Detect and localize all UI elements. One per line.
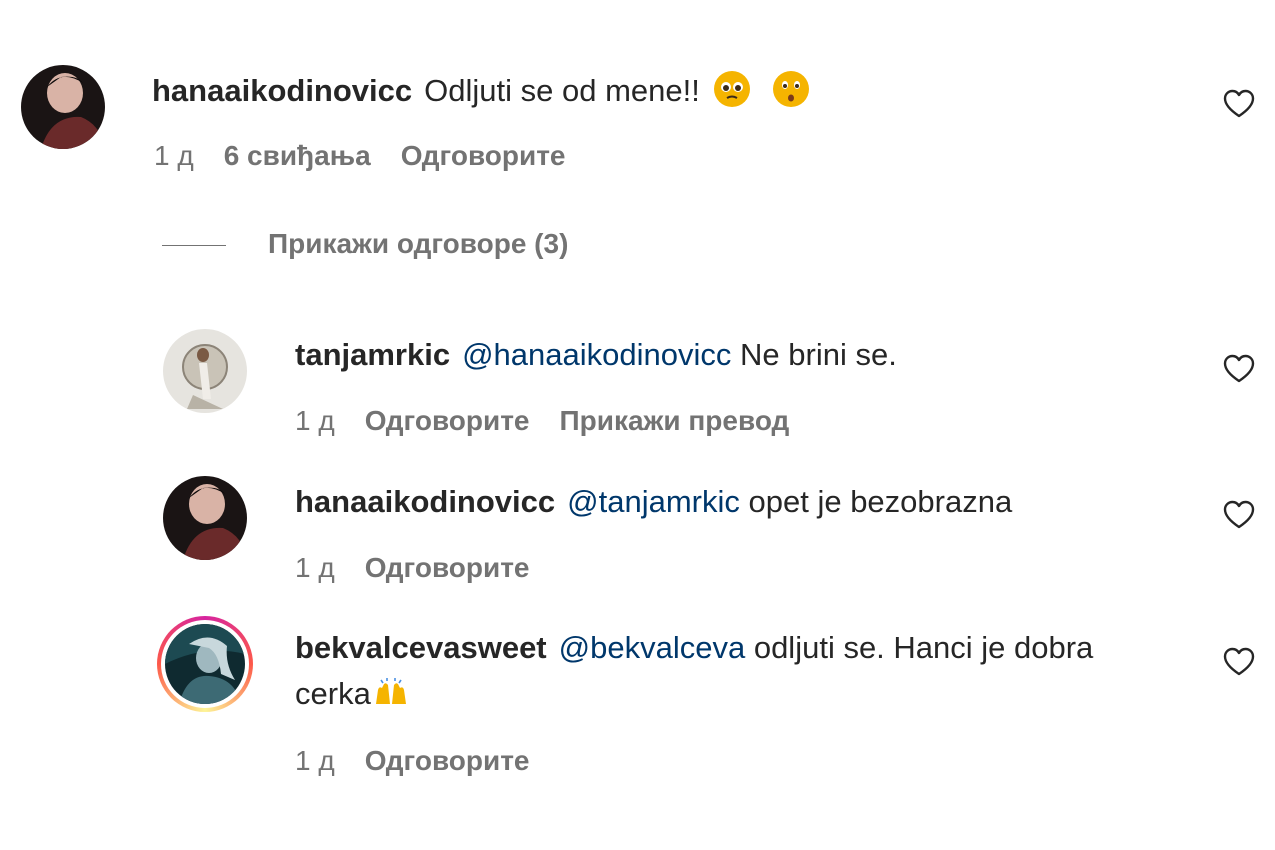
avatar[interactable] bbox=[21, 65, 105, 149]
reply-meta: 1 д Одговорите Прикажи превод bbox=[295, 405, 819, 437]
reply-button[interactable]: Одговорите bbox=[365, 405, 530, 436]
reply-body: opet je bezobrazna bbox=[748, 484, 1013, 519]
comment-meta: 1 д 6 свиђања Одговорите bbox=[154, 140, 596, 172]
likes-count[interactable]: 6 свиђања bbox=[224, 140, 371, 171]
mention-link[interactable]: @hanaaikodinovicc bbox=[462, 337, 731, 372]
username[interactable]: tanjamrkic bbox=[295, 337, 450, 372]
mention-link[interactable]: @tanjamrkic bbox=[567, 484, 740, 519]
heart-icon[interactable] bbox=[1223, 89, 1255, 119]
reply-body: Ne brini se. bbox=[740, 337, 897, 372]
avatar[interactable] bbox=[163, 329, 247, 413]
timestamp[interactable]: 1 д bbox=[295, 552, 335, 583]
heart-icon[interactable] bbox=[1223, 500, 1255, 530]
avatar bbox=[165, 624, 245, 704]
mention-link[interactable]: @bekvalceva bbox=[559, 630, 746, 665]
kissing-face-emoji bbox=[773, 71, 810, 107]
raising-hands-emoji bbox=[373, 674, 409, 710]
timestamp[interactable]: 1 д bbox=[295, 405, 335, 436]
username[interactable]: hanaaikodinovicc bbox=[152, 73, 412, 108]
heart-icon[interactable] bbox=[1223, 647, 1255, 677]
reply-text: bekvalcevasweet @bekvalceva odljuti se. H… bbox=[295, 625, 1155, 717]
comment-body: Odljuti se od mene!! bbox=[424, 73, 700, 108]
reply-text: tanjamrkic @hanaaikodinovicc Ne brini se. bbox=[295, 332, 897, 378]
reply-button[interactable]: Одговорите bbox=[365, 552, 530, 583]
timestamp[interactable]: 1 д bbox=[154, 140, 194, 171]
story-ring[interactable] bbox=[157, 616, 253, 712]
pleading-face-emoji bbox=[714, 71, 751, 107]
divider-line bbox=[162, 245, 226, 247]
comment-text: hanaaikodinovicc Odljuti se od mene!! bbox=[152, 68, 810, 114]
heart-icon[interactable] bbox=[1223, 354, 1255, 384]
timestamp[interactable]: 1 д bbox=[295, 745, 335, 776]
reply-meta: 1 д Одговорите bbox=[295, 745, 560, 777]
reply-button[interactable]: Одговорите bbox=[365, 745, 530, 776]
username[interactable]: bekvalcevasweet bbox=[295, 630, 547, 665]
view-replies-button[interactable]: Прикажи одговоре (3) bbox=[162, 228, 568, 260]
reply-button[interactable]: Одговорите bbox=[401, 140, 566, 171]
view-replies-label: Прикажи одговоре (3) bbox=[268, 228, 569, 259]
comment-item: hanaaikodinovicc Odljuti se od mene!! 1 д… bbox=[0, 0, 1275, 200]
username[interactable]: hanaaikodinovicc bbox=[295, 484, 555, 519]
translate-button[interactable]: Прикажи превод bbox=[560, 405, 790, 436]
avatar[interactable] bbox=[163, 476, 247, 560]
reply-meta: 1 д Одговорите bbox=[295, 552, 560, 584]
reply-text: hanaaikodinovicc @tanjamrkic opet je bezo… bbox=[295, 479, 1012, 525]
